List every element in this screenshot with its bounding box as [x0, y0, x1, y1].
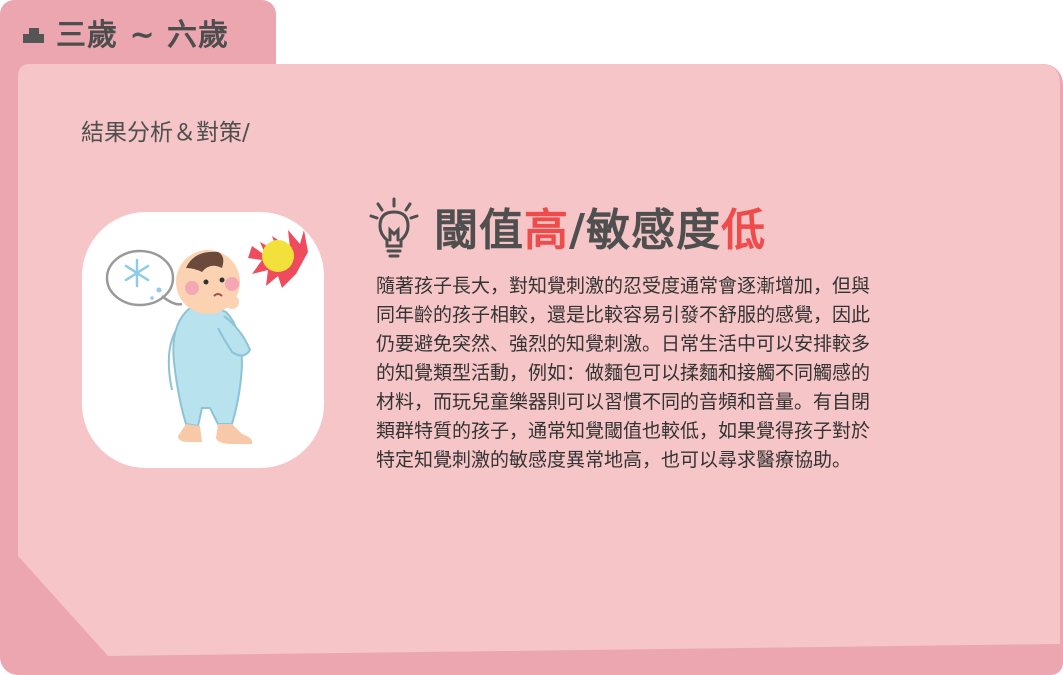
body-line: 的知覺類型活動，例如：做麵包可以揉麵和接觸不同觸感的: [376, 362, 871, 384]
body-line: 材料，而玩兒童樂器則可以習慣不同的音頻和音量。有自閉: [376, 391, 871, 413]
body-line: 同年齡的孩子相較，還是比較容易引發不舒服的感覺，因此: [376, 304, 871, 326]
lightbulb-icon: [369, 197, 419, 258]
heading-low: 低: [721, 205, 767, 256]
thought-bubble: [105, 249, 183, 307]
heading-part3: /敏感度: [569, 205, 722, 256]
illustration-card: [82, 212, 324, 468]
body-line: 特定知覺刺激的敏感度異常地高，也可以尋求醫療協助。: [376, 449, 852, 471]
sun-icon: [248, 230, 308, 288]
baby-figure: [167, 250, 253, 444]
body-line: 隨著孩子長大，對知覺刺激的忍受度通常會逐漸增加，但與: [376, 275, 871, 297]
body-line: 仍要避免突然、強烈的知覺刺激。日常生活中可以安排較多: [376, 333, 871, 355]
threshold-heading: 閾值高/敏感度低: [434, 200, 766, 262]
heading-part1: 閾值: [434, 205, 524, 256]
body-line: 類群特質的孩子，通常知覺閾值也較低，如果覺得孩子對於: [376, 420, 871, 442]
heading-high: 高: [524, 205, 569, 256]
section-subtitle: 結果分析＆對策/: [81, 120, 250, 146]
baby-sensory-illustration: [105, 230, 308, 444]
body-paragraph: 隨著孩子長大，對知覺刺激的忍受度通常會逐漸增加，但與 同年齡的孩子相較，還是比較…: [376, 272, 956, 475]
